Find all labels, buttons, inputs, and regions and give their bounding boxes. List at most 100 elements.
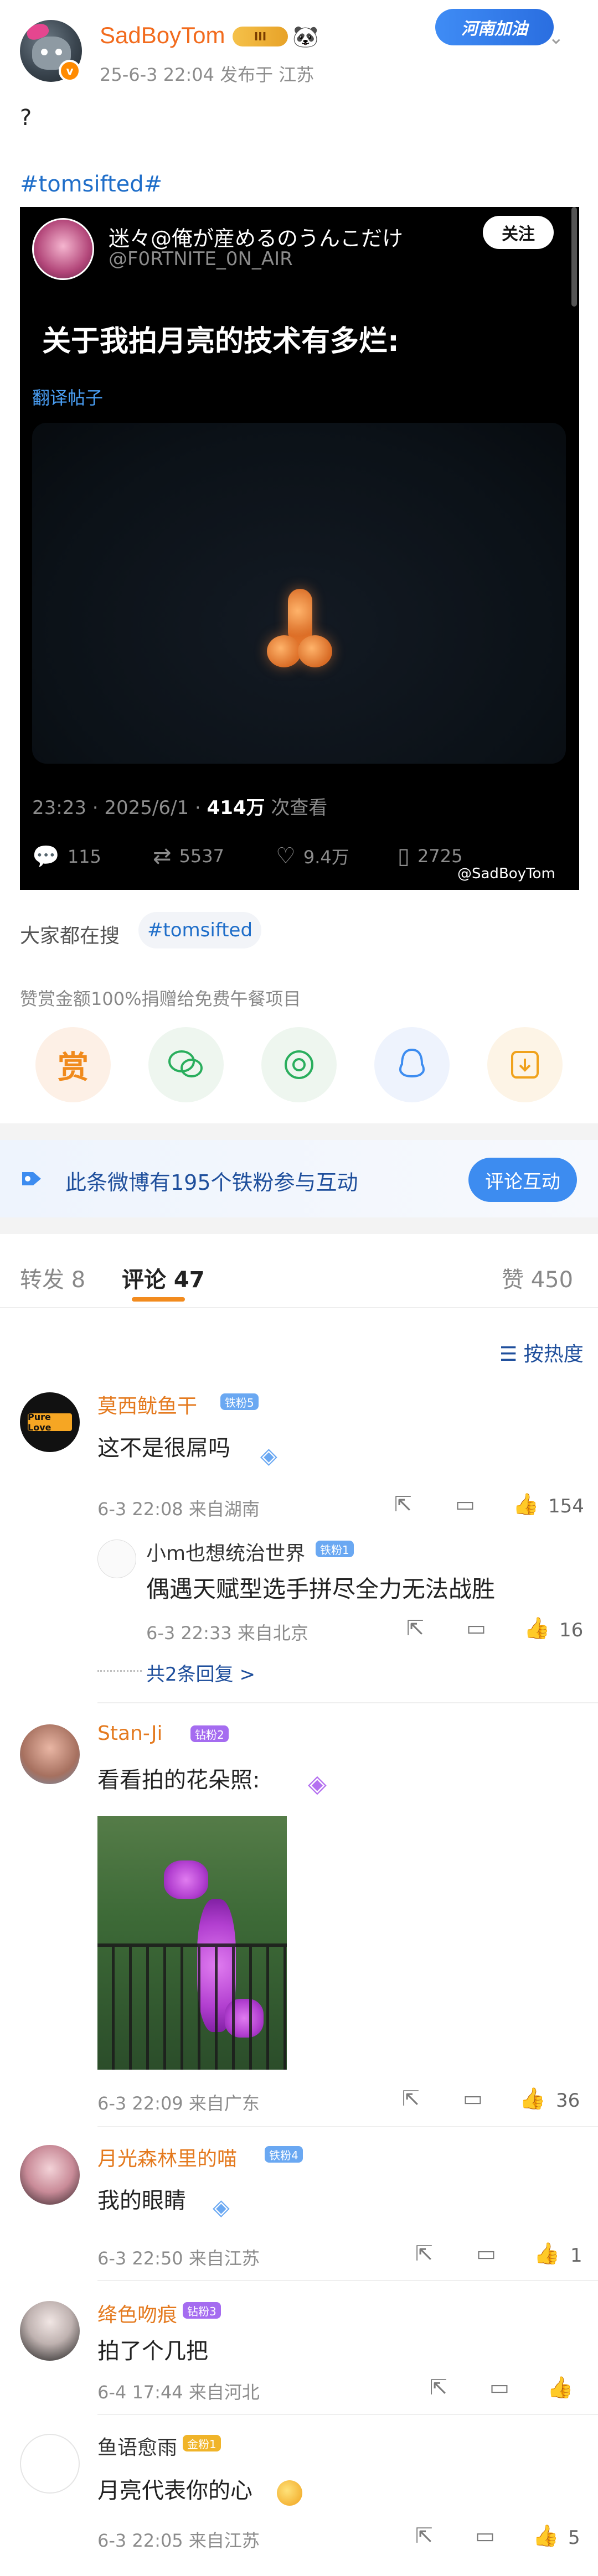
- wechat-icon[interactable]: [148, 1027, 224, 1102]
- tabs-border: [0, 1307, 598, 1308]
- comment-text[interactable]: 我的眼睛: [97, 2183, 186, 2215]
- tweet-translate-link: 翻译帖子: [32, 387, 104, 408]
- heart-gem-icon: ◈: [308, 1770, 327, 1798]
- tweet-bookmark-stat: ▯ 2725: [398, 843, 463, 869]
- like-icon[interactable]: 👍: [533, 2523, 559, 2548]
- save-image-icon[interactable]: [487, 1027, 563, 1102]
- comment-meta: 6-3 22:08 来自湖南: [97, 1499, 260, 1520]
- tweet-retweet-stat: ⇄ 5537: [153, 843, 224, 869]
- tweet-like-stat: ♡ 9.4万: [276, 843, 349, 869]
- share-icon[interactable]: ⇱: [406, 1616, 424, 1640]
- moon-blob: [264, 589, 336, 667]
- share-icon[interactable]: ⇱: [415, 2241, 433, 2266]
- reply-icon[interactable]: ▭: [489, 2375, 509, 2399]
- tab-likes[interactable]: 赞 450: [502, 1262, 573, 1294]
- moments-icon[interactable]: [261, 1027, 337, 1102]
- level-badge[interactable]: III: [233, 27, 288, 46]
- like-count: 154: [548, 1495, 584, 1517]
- reply-icon[interactable]: ▭: [463, 2086, 483, 2111]
- comment-text[interactable]: 拍了个几把: [97, 2333, 208, 2365]
- reply-text[interactable]: 偶遇天赋型选手拼尽全力无法战胜: [146, 1571, 495, 1604]
- comment-divider: [97, 1702, 598, 1703]
- comment-text[interactable]: 月亮代表你的心: [97, 2473, 252, 2505]
- reply-avatar[interactable]: [97, 1540, 136, 1578]
- post-hashtag[interactable]: #tomsifted#: [20, 172, 162, 197]
- tweet-handle: @F0RTNITE_0N_AIR: [109, 248, 293, 270]
- reward-icon[interactable]: 赏: [35, 1027, 111, 1102]
- comment-interact-button[interactable]: 评论互动: [468, 1158, 577, 1202]
- fence: [97, 1943, 287, 2070]
- share-icon[interactable]: ⇱: [394, 1492, 412, 1516]
- share-icon[interactable]: ⇱: [402, 2086, 420, 2111]
- like-icon[interactable]: 👍: [513, 1492, 539, 1517]
- author-name[interactable]: SadBoyTom: [100, 22, 225, 49]
- comment-meta: 6-3 22:05 来自江苏: [97, 2530, 260, 2551]
- tweet-body: 关于我拍月亮的技术有多烂:: [42, 325, 399, 358]
- reply-icon[interactable]: ▭: [466, 1616, 486, 1640]
- commenter-avatar[interactable]: [20, 1724, 80, 1784]
- tab-active-indicator: [132, 1297, 185, 1302]
- fan-badge[interactable]: 钻粉2: [190, 1725, 229, 1742]
- reply-meta: 6-3 22:33 来自北京: [146, 1623, 308, 1644]
- comment-photo-flowers[interactable]: [97, 1816, 287, 2070]
- commenter-avatar[interactable]: [20, 2301, 80, 2361]
- comment-divider: [97, 2280, 598, 2281]
- post-meta: 25-6-3 22:04 发布于 江苏: [100, 64, 315, 85]
- fan-badge[interactable]: 钻粉3: [183, 2302, 221, 2319]
- fan-badge[interactable]: 铁粉4: [265, 2146, 303, 2163]
- bookmark-icon: ▯: [398, 843, 410, 869]
- fan-banner-icon: [20, 1170, 43, 1188]
- embedded-tweet-image[interactable]: 迷々@俺が産めるのうんこだけ @F0RTNITE_0N_AIR 关注 关于我拍月…: [20, 207, 579, 890]
- chevron-down-icon[interactable]: ⌄: [548, 27, 568, 49]
- commenter-avatar[interactable]: [20, 2434, 80, 2494]
- like-icon[interactable]: 👍: [519, 2086, 545, 2111]
- qq-icon[interactable]: [374, 1027, 450, 1102]
- comment-meta: 6-3 22:50 来自江苏: [97, 2248, 260, 2269]
- commenter-name[interactable]: 鱼语愈雨: [97, 2432, 177, 2460]
- sort-by-hot-button[interactable]: ☰ 按热度: [499, 1338, 584, 1367]
- like-count: 16: [559, 1619, 584, 1641]
- section-separator: [0, 1123, 598, 1140]
- tab-comments[interactable]: 评论 47: [122, 1262, 205, 1294]
- commenter-name[interactable]: 绛色吻痕: [97, 2299, 177, 2328]
- search-label: 大家都在搜: [20, 925, 120, 947]
- sticker-badge[interactable]: 河南加油: [435, 9, 554, 45]
- image-watermark: @SadBoyTom: [457, 865, 555, 882]
- reply-icon[interactable]: ▭: [476, 2241, 496, 2266]
- tweet-follow-button: 关注: [483, 216, 554, 249]
- donate-note: 赞赏金额100%捐赠给免费午餐项目: [20, 988, 301, 1009]
- reply-author-name[interactable]: 小m也想统治世界: [146, 1537, 305, 1566]
- flower-cluster: [164, 1860, 208, 1899]
- like-count: 36: [556, 2090, 580, 2112]
- search-chip[interactable]: #tomsifted: [138, 912, 261, 948]
- commenter-avatar[interactable]: [20, 2145, 80, 2205]
- panda-icon: 🐼: [292, 24, 319, 49]
- like-icon[interactable]: 👍: [534, 2241, 560, 2266]
- share-icon[interactable]: ⇱: [415, 2523, 433, 2548]
- fan-badge[interactable]: 铁粉5: [220, 1393, 259, 1410]
- fan-badge[interactable]: 铁粉1: [316, 1541, 354, 1557]
- retweet-icon: ⇄: [153, 843, 172, 869]
- comment-text[interactable]: 这不是很屌吗: [97, 1430, 230, 1462]
- commenter-name[interactable]: Stan-Ji: [97, 1722, 162, 1745]
- tweet-reply-stat: 💬 115: [32, 844, 101, 869]
- moon-photo: [32, 423, 566, 764]
- comment-text[interactable]: 看看拍的花朵照:: [97, 1762, 260, 1794]
- commenter-avatar[interactable]: Pure Love: [20, 1392, 80, 1452]
- like-count: 5: [568, 2527, 580, 2549]
- diamond-icon: ◈: [213, 2195, 230, 2220]
- reply-icon[interactable]: ▭: [455, 1492, 475, 1516]
- commenter-name[interactable]: 月光森林里的喵: [97, 2143, 237, 2171]
- more-replies-link[interactable]: 共2条回复 >: [146, 1659, 255, 1686]
- tweet-avatar: [32, 218, 94, 280]
- fan-banner-text: 此条微博有195个铁粉参与互动: [65, 1170, 358, 1195]
- fan-badge[interactable]: 金粉1: [183, 2435, 221, 2451]
- like-icon[interactable]: 👍: [547, 2375, 573, 2400]
- commenter-name[interactable]: 莫西鱿鱼干: [97, 1390, 197, 1419]
- tab-repost[interactable]: 转发 8: [20, 1262, 85, 1294]
- share-icon[interactable]: ⇱: [430, 2375, 447, 2399]
- reply-icon[interactable]: ▭: [475, 2523, 495, 2548]
- section-separator: [0, 1217, 598, 1234]
- like-icon[interactable]: 👍: [524, 1616, 550, 1641]
- comment-meta: 6-3 22:09 来自广东: [97, 2093, 260, 2114]
